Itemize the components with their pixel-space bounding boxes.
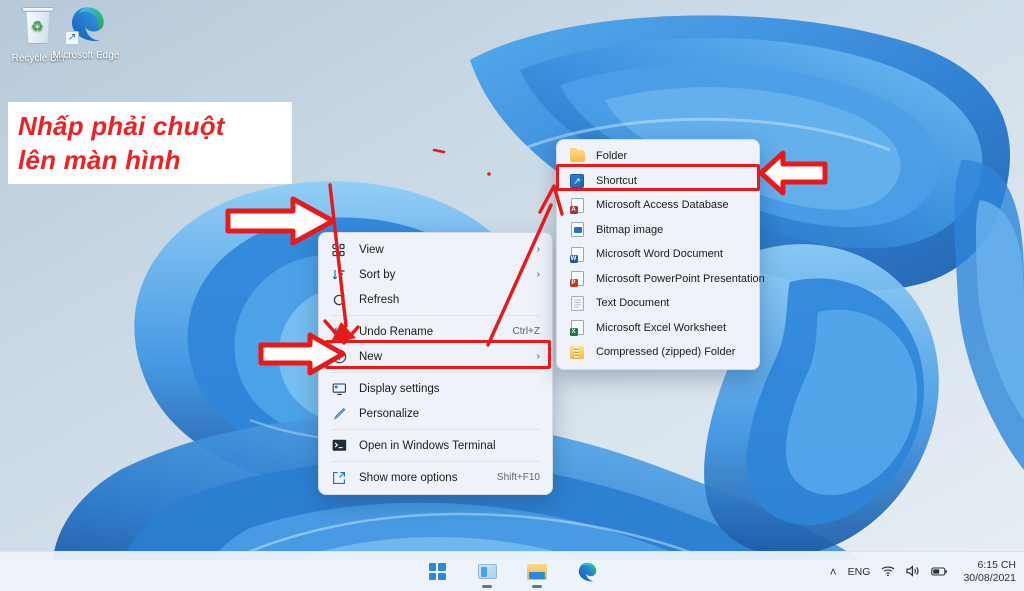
- submenu-item-label: Text Document: [596, 297, 670, 310]
- menu-separator: [331, 372, 540, 373]
- desktop-context-menu[interactable]: View › Sort by › Refresh Undo Rename Ctr…: [318, 232, 553, 495]
- submenu-item-label: Microsoft Access Database: [596, 199, 729, 212]
- system-tray[interactable]: ˄ ENG 6:15 CH 30/08/2021: [830, 552, 1016, 591]
- new-submenu[interactable]: Folder ↗ Shortcut A Microsoft Access Dat…: [556, 139, 765, 370]
- submenu-item-microsoft-powerpoint-presentation[interactable]: P Microsoft PowerPoint Presentation: [561, 267, 765, 292]
- context-menu-item-label: Sort by: [359, 268, 396, 281]
- context-menu-item-label: Open in Windows Terminal: [359, 439, 496, 452]
- folder-icon: [567, 148, 587, 164]
- chevron-right-icon: ›: [536, 244, 540, 255]
- submenu-item-compressed-zipped-folder[interactable]: Compressed (zipped) Folder: [561, 340, 755, 365]
- context-menu-item-label: Show more options: [359, 471, 458, 484]
- context-menu-item-open-in-windows-terminal[interactable]: Open in Windows Terminal: [323, 433, 548, 458]
- arrow-to-new-item: [258, 332, 346, 376]
- context-menu-item-label: Display settings: [359, 382, 440, 395]
- taskbar-center-buttons: [422, 557, 602, 588]
- more-options-icon: [329, 470, 349, 486]
- desktop-icon-microsoft-edge[interactable]: ↗ Microsoft Edge: [48, 3, 124, 61]
- start-button[interactable]: [422, 557, 452, 587]
- context-menu-item-label: Undo Rename: [359, 325, 434, 338]
- clock-time: 6:15 CH: [977, 559, 1016, 571]
- context-menu-item-sort-by[interactable]: Sort by ›: [323, 262, 548, 287]
- taskbar-running-dot: [532, 585, 542, 588]
- battery-icon[interactable]: [931, 566, 948, 579]
- submenu-item-label: Microsoft Word Document: [596, 248, 723, 261]
- taskbar[interactable]: ˄ ENG 6:15 CH 30/08/2021: [0, 551, 1024, 591]
- widgets-icon: [477, 564, 497, 579]
- submenu-item-label: Shortcut: [596, 174, 637, 187]
- language-indicator[interactable]: ENG: [848, 566, 871, 578]
- shortcut-overlay-icon: ↗: [65, 31, 79, 45]
- context-menu-item-refresh[interactable]: Refresh: [323, 287, 548, 312]
- submenu-item-label: Microsoft Excel Worksheet: [596, 321, 727, 334]
- access-icon: A: [567, 197, 587, 214]
- submenu-item-microsoft-word-document[interactable]: W Microsoft Word Document: [561, 242, 755, 267]
- submenu-item-text-document[interactable]: Text Document: [561, 291, 755, 316]
- microsoft-edge-icon: [578, 562, 597, 581]
- submenu-item-bitmap-image[interactable]: Bitmap image: [561, 218, 755, 243]
- submenu-item-label: Microsoft PowerPoint Presentation: [596, 272, 765, 285]
- submenu-item-label: Bitmap image: [596, 223, 664, 236]
- submenu-item-microsoft-excel-worksheet[interactable]: X Microsoft Excel Worksheet: [561, 316, 755, 341]
- sort-icon: [329, 267, 349, 283]
- menu-separator: [331, 315, 540, 316]
- microsoft-edge-icon: ↗: [64, 3, 108, 47]
- submenu-item-folder[interactable]: Folder: [561, 144, 755, 169]
- context-menu-item-show-more-options[interactable]: Show more options Shift+F10: [323, 465, 548, 490]
- volume-icon[interactable]: [906, 565, 920, 579]
- context-menu-item-accelerator: Shift+F10: [496, 472, 540, 483]
- caption-line-1: Nhấp phải chuột: [18, 111, 225, 141]
- shortcut-icon: ↗: [567, 173, 587, 189]
- edge-button[interactable]: [572, 557, 602, 587]
- submenu-item-shortcut[interactable]: ↗ Shortcut: [561, 169, 755, 194]
- menu-separator: [331, 461, 540, 462]
- widgets-button[interactable]: [472, 557, 502, 588]
- windows-logo-icon: [428, 563, 446, 580]
- tray-overflow-chevron-icon[interactable]: ˄: [830, 566, 837, 578]
- context-menu-item-label: View: [359, 243, 384, 256]
- context-menu-item-new[interactable]: New ›: [323, 344, 548, 369]
- excel-icon: X: [567, 320, 587, 337]
- submenu-item-microsoft-access-database[interactable]: A Microsoft Access Database: [561, 193, 755, 218]
- instruction-caption: Nhấp phải chuột lên màn hình: [8, 102, 292, 184]
- submenu-item-label: Folder: [596, 150, 628, 163]
- clock-date: 30/08/2021: [963, 572, 1016, 584]
- context-menu-item-label: New: [359, 350, 383, 363]
- context-menu-item-label: Personalize: [359, 407, 420, 420]
- desktop-screen: ♻ Recycle Bin ↗ Microsoft Edge View › So…: [0, 0, 1024, 591]
- desktop-icon-label: Microsoft Edge: [52, 50, 120, 61]
- arrow-to-shortcut: [758, 150, 828, 196]
- context-menu-item-display-settings[interactable]: Display settings: [323, 376, 548, 401]
- zip-folder-icon: [567, 344, 587, 360]
- refresh-icon: [329, 292, 349, 308]
- terminal-icon: [329, 438, 349, 454]
- text-document-icon: [567, 295, 587, 311]
- menu-separator: [331, 429, 540, 430]
- bitmap-icon: [567, 222, 587, 238]
- word-icon: W: [567, 246, 587, 263]
- display-icon: [329, 381, 349, 397]
- powerpoint-icon: P: [567, 271, 587, 288]
- context-menu-item-view[interactable]: View ›: [323, 237, 548, 262]
- caption-line-2: lên màn hình: [18, 145, 181, 175]
- chevron-right-icon: ›: [536, 351, 540, 362]
- taskbar-running-dot: [482, 585, 492, 588]
- context-menu-item-undo-rename[interactable]: Undo Rename Ctrl+Z: [323, 319, 548, 344]
- chevron-right-icon: ›: [536, 269, 540, 280]
- submenu-item-label: Compressed (zipped) Folder: [596, 346, 736, 359]
- file-explorer-button[interactable]: [522, 557, 552, 588]
- wifi-icon[interactable]: [881, 565, 895, 579]
- file-explorer-icon: [527, 563, 547, 580]
- clock[interactable]: 6:15 CH 30/08/2021: [959, 559, 1016, 585]
- arrow-to-context-menu: [225, 196, 336, 246]
- context-menu-item-personalize[interactable]: Personalize: [323, 401, 548, 426]
- context-menu-item-accelerator: Ctrl+Z: [512, 326, 541, 337]
- personalize-icon: [329, 406, 349, 422]
- context-menu-item-label: Refresh: [359, 293, 400, 306]
